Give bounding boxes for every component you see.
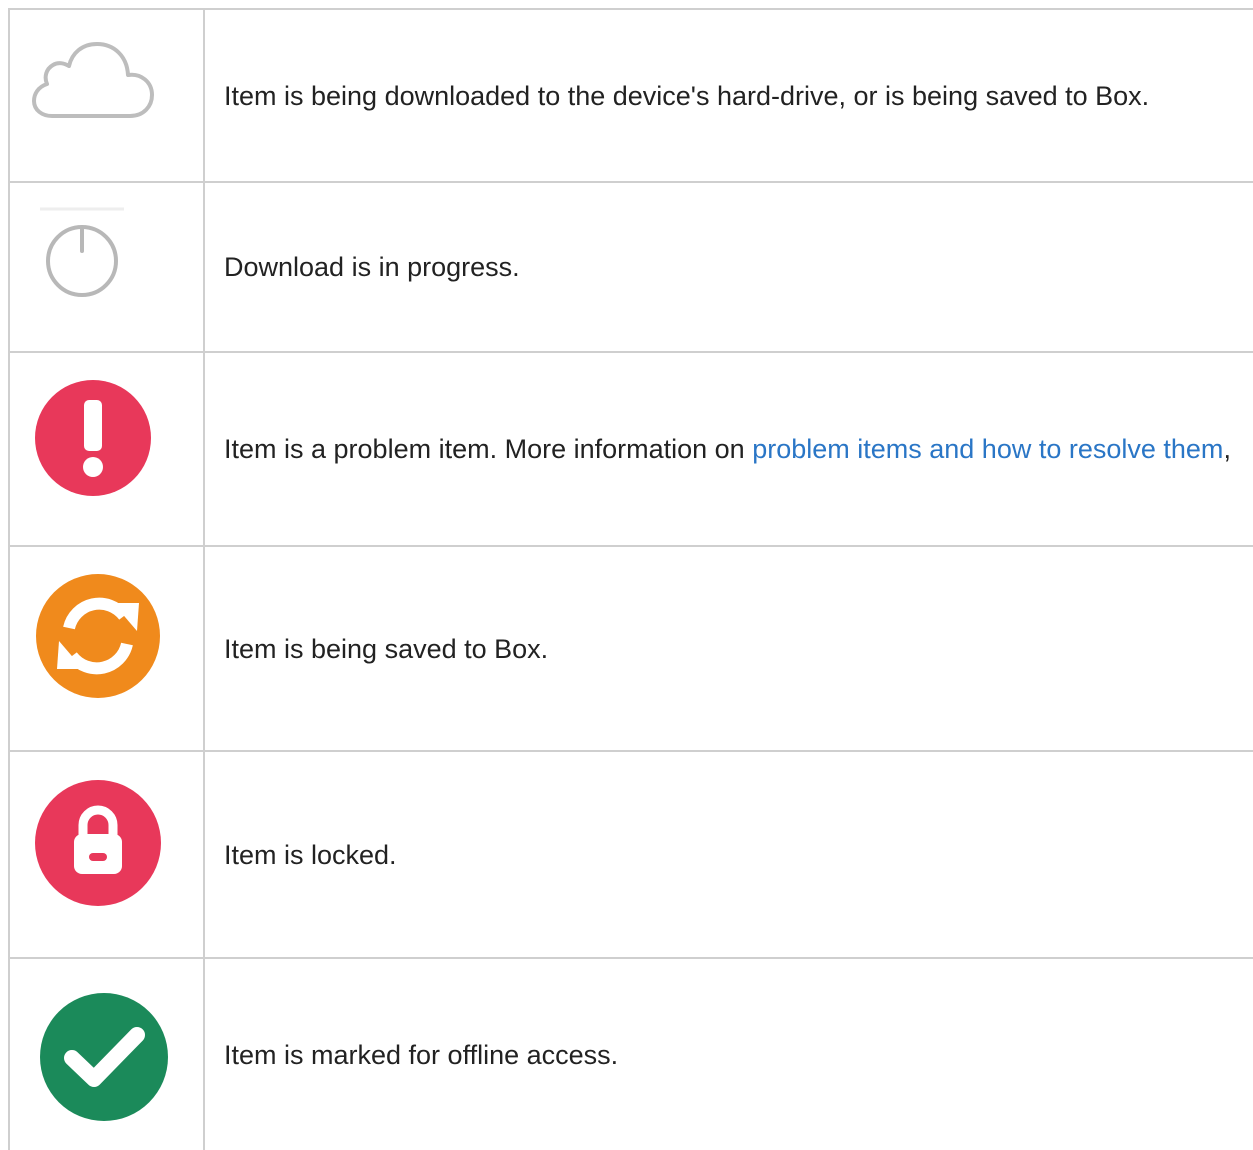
table-row: Item is being saved to Box. — [8, 547, 1253, 750]
table-row: Item is locked. — [8, 752, 1253, 957]
cloud-outline-icon — [32, 42, 154, 118]
icon-cell — [10, 752, 203, 957]
description-text: Item is a problem item. More information… — [224, 434, 753, 464]
table-row: Item is being downloaded to the device's… — [8, 10, 1253, 181]
description-cell: Item is a problem item. More information… — [224, 353, 1243, 545]
table-row: Item is marked for offline access. — [8, 959, 1253, 1150]
row-description: Item is locked. — [224, 839, 397, 870]
icon-cell — [10, 959, 203, 1150]
exclamation-circle-icon — [35, 380, 151, 496]
row-description: Item is being downloaded to the device's… — [224, 80, 1150, 111]
row-description: Item is a problem item. More information… — [224, 431, 1231, 467]
icon-cell — [10, 10, 203, 181]
row-description: Download is in progress. — [224, 252, 520, 282]
status-icon-table: Item is being downloaded to the device's… — [8, 8, 1253, 1150]
lock-icon — [35, 780, 161, 906]
description-cell: Download is in progress. — [224, 183, 1243, 351]
row-description: Item is being saved to Box. — [224, 633, 549, 664]
icon-cell — [10, 183, 203, 351]
icon-cell — [10, 547, 203, 750]
check-circle-icon — [40, 993, 168, 1121]
description-text-suffix: , — [1223, 434, 1231, 464]
progress-clock-icon — [40, 207, 124, 297]
problem-items-link[interactable]: problem items and how to resolve them — [752, 434, 1223, 464]
description-cell: Item is being saved to Box. — [224, 547, 1243, 750]
table-row: Download is in progress. — [8, 183, 1253, 351]
icon-cell — [10, 353, 203, 545]
row-description: Item is marked for offline access. — [224, 1039, 619, 1070]
sync-icon — [36, 574, 160, 698]
description-cell: Item is locked. — [224, 752, 1243, 957]
description-cell: Item is marked for offline access. — [224, 959, 1243, 1150]
description-cell: Item is being downloaded to the device's… — [224, 10, 1243, 181]
table-row: Item is a problem item. More information… — [8, 353, 1253, 545]
